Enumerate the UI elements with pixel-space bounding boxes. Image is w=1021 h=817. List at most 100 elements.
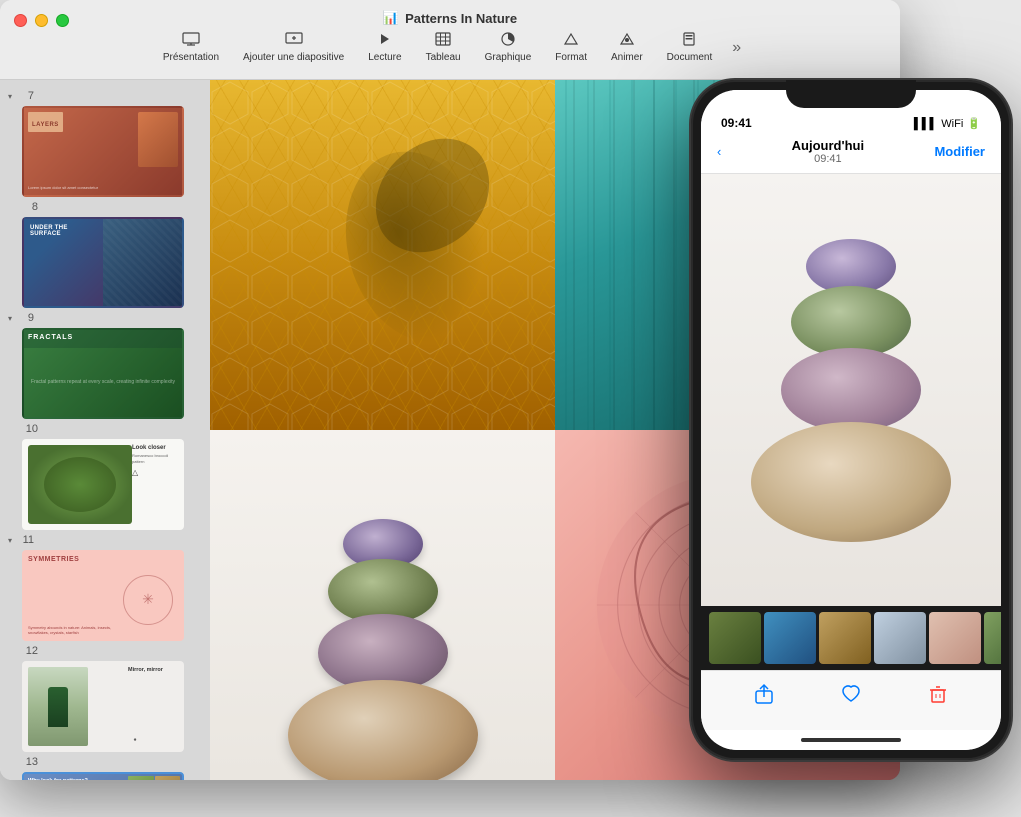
slide-9-collapse[interactable]: ▾ 9 bbox=[0, 310, 210, 326]
toolbar-format-label: Format bbox=[555, 52, 587, 63]
toolbar-animer-label: Animer bbox=[611, 52, 643, 63]
slide-group-13: 13 Why look for patterns? Understanding … bbox=[0, 754, 210, 780]
minimize-button[interactable] bbox=[35, 14, 48, 27]
sea-urchin-photo bbox=[701, 174, 1001, 606]
signal-icon: ▌▌▌ bbox=[914, 118, 937, 130]
slide-group-11: ▾ 11 SYMMETRIES ✳ Symmetry abounds in bbox=[0, 532, 210, 641]
iphone-nav-title: Aujourd'hui 09:41 bbox=[721, 138, 934, 165]
toolbar-lecture-label: Lecture bbox=[368, 52, 401, 63]
urchin-mid bbox=[781, 348, 921, 432]
urchin-stack-large bbox=[751, 239, 951, 542]
document-icon bbox=[682, 32, 696, 51]
canvas-cell-bee bbox=[210, 80, 555, 430]
iphone-main-photo bbox=[701, 174, 1001, 606]
slide-7-number: 7 bbox=[16, 90, 34, 102]
toolbar-add-slide-label: Ajouter une diapositive bbox=[243, 52, 344, 63]
slide-13-content: Why look for patterns? Understanding pat… bbox=[24, 774, 182, 780]
toolbar-tableau[interactable]: Tableau bbox=[414, 30, 473, 65]
slide-12-content: Mirror, mirror ✸ bbox=[24, 663, 182, 750]
toolbar-animer[interactable]: Animer bbox=[599, 30, 655, 65]
slide-thumb-13[interactable]: Why look for patterns? Understanding pat… bbox=[22, 772, 184, 780]
maximize-button[interactable] bbox=[56, 14, 69, 27]
toolbar: Présentation Ajouter une diapositive Lec… bbox=[151, 30, 749, 65]
slide-group-8: 8 Under the surface bbox=[0, 199, 210, 308]
filmstrip-thumb-3[interactable] bbox=[819, 612, 871, 664]
slide-thumb-8[interactable]: Under the surface bbox=[22, 217, 184, 308]
heart-button[interactable] bbox=[840, 683, 862, 711]
tableau-icon bbox=[435, 32, 451, 51]
window-title: 📊 Patterns In Nature bbox=[383, 10, 517, 26]
iphone-screen: 09:41 ▌▌▌ WiFi 🔋 ‹ Aujourd'hui 09:41 Mod… bbox=[701, 90, 1001, 750]
filmstrip-thumb-4[interactable] bbox=[874, 612, 926, 664]
chevron-down-icon-9: ▾ bbox=[8, 314, 12, 323]
slide-9-number: 9 bbox=[16, 312, 34, 324]
battery-icon: 🔋 bbox=[967, 117, 981, 130]
slide-8-number: 8 bbox=[20, 201, 38, 213]
animer-icon bbox=[619, 32, 635, 51]
toolbar-format[interactable]: Format bbox=[543, 30, 599, 65]
slide-10-number: 10 bbox=[20, 423, 38, 435]
iphone-home-bar bbox=[701, 730, 1001, 750]
slide-8-content: Under the surface bbox=[24, 219, 182, 306]
trash-button[interactable] bbox=[927, 683, 949, 711]
iphone-toolbar bbox=[701, 670, 1001, 730]
toolbar-presentation-label: Présentation bbox=[163, 52, 219, 63]
chevron-down-icon-7: ▾ bbox=[8, 92, 12, 101]
iphone-nav-bar: ‹ Aujourd'hui 09:41 Modifier bbox=[701, 134, 1001, 174]
slide-9-content: FRACTALS Fractal patterns repeat at ever… bbox=[24, 330, 182, 417]
toolbar-lecture[interactable]: Lecture bbox=[356, 30, 413, 65]
slide-thumb-12[interactable]: Mirror, mirror ✸ bbox=[22, 661, 184, 752]
iphone-filmstrip[interactable] bbox=[701, 606, 1001, 670]
urchin-mid-top bbox=[791, 286, 911, 358]
add-slide-icon bbox=[285, 32, 303, 51]
filmstrip-thumb-6[interactable] bbox=[984, 612, 1001, 664]
toolbar-presentation[interactable]: Présentation bbox=[151, 30, 231, 65]
slide-thumb-11[interactable]: SYMMETRIES ✳ Symmetry abounds in nature:… bbox=[22, 550, 184, 641]
slide-group-10: 10 Look closer Romanesco broccoli patter… bbox=[0, 421, 210, 530]
slide-11-collapse[interactable]: ▾ 11 bbox=[0, 532, 210, 548]
urchin-bottom bbox=[751, 422, 951, 542]
toolbar-graphique[interactable]: Graphique bbox=[473, 30, 544, 65]
toolbar-document[interactable]: Document bbox=[655, 30, 725, 65]
slide-group-7: ▾ 7 LAYERS Lorem ipsum dolor sit amet co… bbox=[0, 88, 210, 197]
slide-7-content: LAYERS Lorem ipsum dolor sit amet consec… bbox=[24, 108, 182, 195]
slide-11-content: SYMMETRIES ✳ Symmetry abounds in nature:… bbox=[24, 552, 182, 639]
iphone: 09:41 ▌▌▌ WiFi 🔋 ‹ Aujourd'hui 09:41 Mod… bbox=[691, 80, 1011, 760]
chevron-down-icon-11: ▾ bbox=[8, 536, 12, 545]
slide-thumb-10[interactable]: Look closer Romanesco broccoli pattern △ bbox=[22, 439, 184, 530]
slide-10-content: Look closer Romanesco broccoli pattern △ bbox=[24, 441, 182, 528]
slide-thumb-9[interactable]: FRACTALS Fractal patterns repeat at ever… bbox=[22, 328, 184, 419]
toolbar-more[interactable]: » bbox=[724, 37, 749, 59]
honeycomb-pattern bbox=[210, 80, 555, 430]
play-icon bbox=[378, 32, 392, 51]
toolbar-tableau-label: Tableau bbox=[426, 52, 461, 63]
toolbar-add-slide[interactable]: Ajouter une diapositive bbox=[231, 30, 356, 65]
iphone-action-button[interactable]: Modifier bbox=[934, 144, 985, 159]
title-bar: 📊 Patterns In Nature Présentation Ajoute… bbox=[0, 0, 900, 80]
graphique-icon bbox=[500, 32, 516, 51]
filmstrip-thumb-2[interactable] bbox=[764, 612, 816, 664]
share-button[interactable] bbox=[753, 683, 775, 711]
slide-7-collapse[interactable]: ▾ 7 bbox=[0, 88, 210, 104]
toolbar-document-label: Document bbox=[667, 52, 713, 63]
iphone-status-icons: ▌▌▌ WiFi 🔋 bbox=[914, 117, 981, 130]
window-controls bbox=[14, 14, 69, 27]
iphone-time: 09:41 bbox=[721, 116, 752, 130]
toolbar-graphique-label: Graphique bbox=[485, 52, 532, 63]
iphone-nav-date: Aujourd'hui bbox=[721, 138, 934, 153]
filmstrip-thumb-5[interactable] bbox=[929, 612, 981, 664]
presentation-icon bbox=[182, 32, 200, 51]
home-indicator bbox=[801, 738, 901, 742]
close-button[interactable] bbox=[14, 14, 27, 27]
keynote-icon: 📊 bbox=[383, 10, 399, 26]
slide-thumb-7[interactable]: LAYERS Lorem ipsum dolor sit amet consec… bbox=[22, 106, 184, 197]
slide-group-9: ▾ 9 FRACTALS Fractal patterns repeat at … bbox=[0, 310, 210, 419]
iphone-nav-time: 09:41 bbox=[721, 153, 934, 165]
wifi-icon: WiFi bbox=[941, 118, 963, 130]
slide-panel[interactable]: ▾ 7 LAYERS Lorem ipsum dolor sit amet co… bbox=[0, 80, 210, 780]
filmstrip-thumb-1[interactable] bbox=[709, 612, 761, 664]
slide-group-12: 12 Mirror, mirror ✸ bbox=[0, 643, 210, 752]
canvas-cell-urchin bbox=[210, 430, 555, 780]
iphone-notch bbox=[786, 80, 916, 108]
format-icon bbox=[563, 32, 579, 51]
